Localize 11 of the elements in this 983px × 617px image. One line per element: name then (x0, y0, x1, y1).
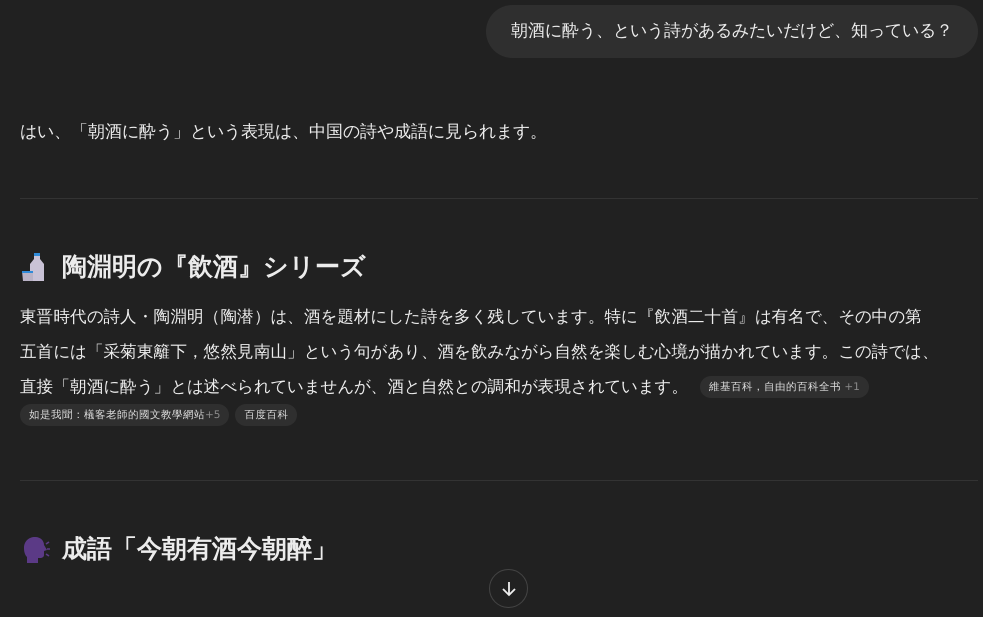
source-chip[interactable]: 如是我聞：檥客老師的國文教學網站+5 (20, 404, 230, 426)
user-message: 朝酒に酔う、という詩があるみたいだけど、知っている？ (486, 5, 978, 58)
paragraph-line: 東晋時代の詩人・陶淵明（陶潜）は、酒を題材にした詩を多く残しています。特に『飲酒二十首』は有名で、その中の第 (20, 306, 922, 328)
paragraph-line: 直接「朝酒に酔う」とは述べられていませんが、酒と自然との調和が表現されています。 (20, 376, 688, 398)
paragraph-line: 五首には「采菊東籬下，悠然見南山」という句があり、酒を飲みながら自然を楽しむ心境が描かれています。この詩では、 (20, 341, 939, 363)
section-heading: 陶淵明の『飲酒』シリーズ (62, 251, 366, 283)
section-heading: 成語「今朝有酒今朝醉」 (62, 533, 337, 565)
scroll-down-button[interactable] (489, 569, 528, 608)
source-chip[interactable]: 百度百科 (235, 404, 298, 426)
source-chip[interactable]: 維基百科，自由的百科全书 +1 (700, 376, 869, 398)
answer-text: はい、「朝酒に酔う」という表現は、中国の詩や成語に見られます。 (20, 121, 548, 144)
